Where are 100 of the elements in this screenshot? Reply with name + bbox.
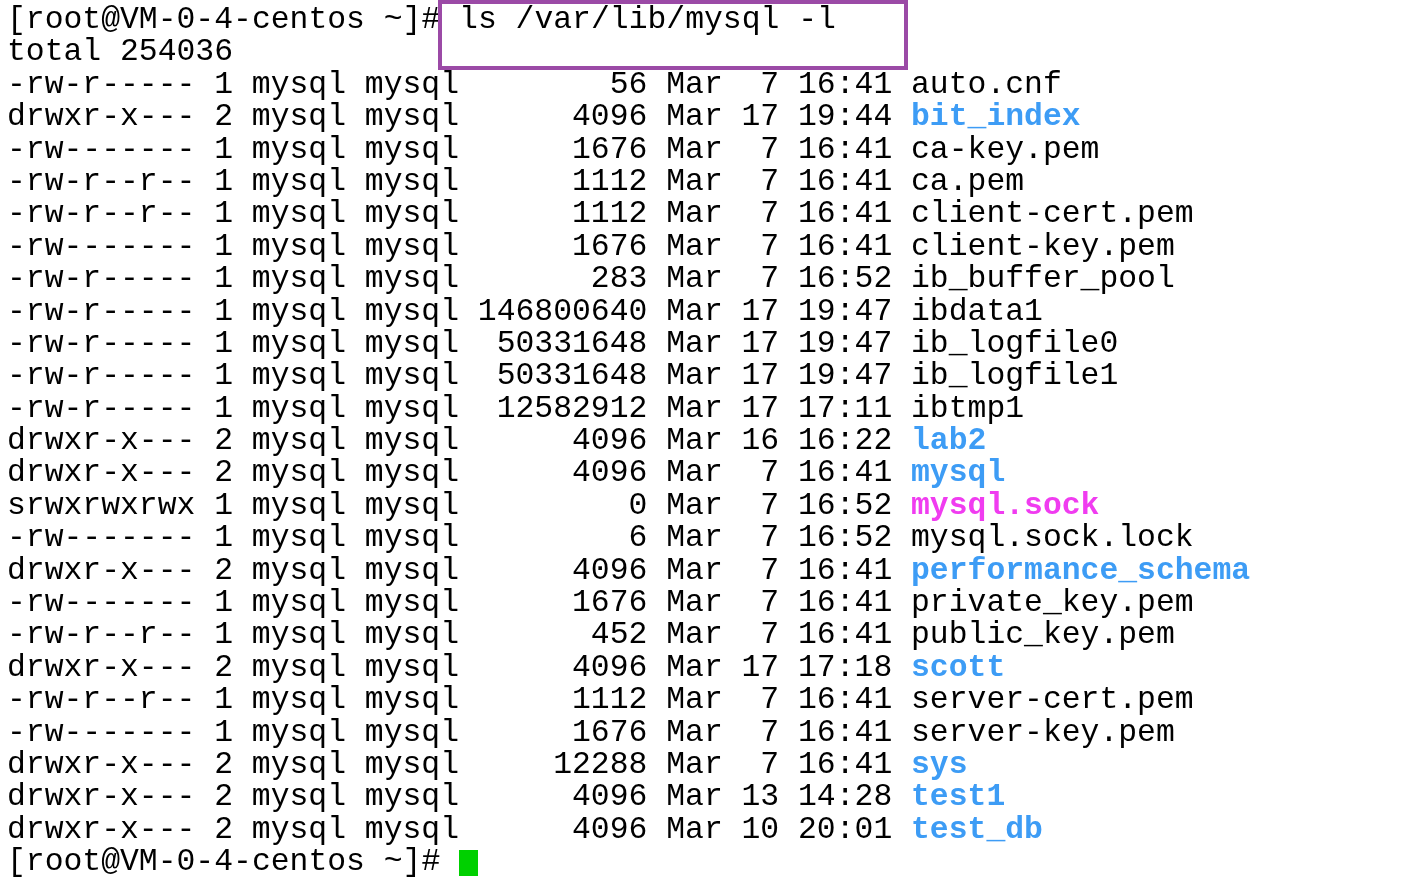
shell-prompt: [root@VM-0-4-centos ~]# xyxy=(7,4,441,37)
group: mysql xyxy=(364,198,459,231)
owner: mysql xyxy=(251,457,346,490)
owner: mysql xyxy=(251,489,346,523)
permissions: drwxr-x--- xyxy=(7,651,196,685)
group: mysql xyxy=(364,716,459,749)
link-count: 1 xyxy=(214,392,233,426)
link-count: 1 xyxy=(214,619,233,652)
day: 7 xyxy=(741,522,780,555)
day: 7 xyxy=(741,230,780,264)
day: 7 xyxy=(741,263,780,296)
time: 16:52 xyxy=(798,263,893,296)
owner: mysql xyxy=(251,68,346,102)
permissions: drwxr-x--- xyxy=(7,749,196,782)
file-name: ibdata1 xyxy=(911,295,1043,328)
permissions: -rw-r----- xyxy=(7,327,196,361)
day: 17 xyxy=(741,101,780,134)
group: mysql xyxy=(364,651,459,685)
day: 7 xyxy=(741,165,780,199)
file-size: 1676 xyxy=(571,716,648,749)
day: 7 xyxy=(741,68,780,102)
file-name: ibtmp1 xyxy=(911,392,1025,426)
file-name: public_key.pem xyxy=(911,619,1175,652)
group: mysql xyxy=(364,360,459,393)
file-name: ib_logfile0 xyxy=(911,327,1119,361)
owner: mysql xyxy=(251,716,346,749)
file-size: 452 xyxy=(589,619,648,652)
time: 19:47 xyxy=(798,327,893,361)
month: Mar xyxy=(666,522,723,555)
day: 7 xyxy=(741,198,780,231)
month: Mar xyxy=(666,716,723,749)
file-size: 1676 xyxy=(571,133,648,166)
day: 17 xyxy=(741,392,780,426)
owner: mysql xyxy=(251,101,346,134)
link-count: 2 xyxy=(214,554,233,588)
day: 7 xyxy=(741,619,780,652)
group: mysql xyxy=(364,392,459,426)
file-size: 4096 xyxy=(571,781,648,814)
file-size: 50331648 xyxy=(495,360,648,393)
link-count: 1 xyxy=(214,198,233,231)
file-name: bit_index xyxy=(911,101,1081,134)
file-size: 4096 xyxy=(571,425,648,458)
group: mysql xyxy=(364,263,459,296)
link-count: 1 xyxy=(214,360,233,393)
file-size: 4096 xyxy=(571,813,648,847)
time: 16:41 xyxy=(798,587,893,620)
month: Mar xyxy=(666,165,723,199)
total-line: total 254036 xyxy=(7,36,234,69)
day: 7 xyxy=(741,684,780,717)
time: 19:47 xyxy=(798,295,893,328)
link-count: 2 xyxy=(214,813,233,847)
file-name: server-key.pem xyxy=(911,716,1175,749)
time: 16:22 xyxy=(798,425,893,458)
day: 17 xyxy=(741,651,780,685)
link-count: 1 xyxy=(214,327,233,361)
time: 16:41 xyxy=(798,749,893,782)
day: 7 xyxy=(741,133,780,166)
month: Mar xyxy=(666,68,723,102)
group: mysql xyxy=(364,327,459,361)
file-name: client-cert.pem xyxy=(911,198,1194,231)
file-size: 6 xyxy=(627,522,648,555)
file-name: ca.pem xyxy=(911,165,1025,199)
month: Mar xyxy=(666,587,723,620)
group: mysql xyxy=(364,101,459,134)
owner: mysql xyxy=(251,327,346,361)
file-size: 1112 xyxy=(571,684,648,717)
file-size: 4096 xyxy=(571,554,648,588)
time: 17:11 xyxy=(798,392,893,426)
file-size: 4096 xyxy=(571,651,648,685)
link-count: 1 xyxy=(214,263,233,296)
owner: mysql xyxy=(251,198,346,231)
group: mysql xyxy=(364,230,459,264)
file-name: lab2 xyxy=(911,425,987,458)
time: 19:44 xyxy=(798,101,893,134)
owner: mysql xyxy=(251,263,346,296)
permissions: drwxr-x--- xyxy=(7,813,196,847)
group: mysql xyxy=(364,133,459,166)
month: Mar xyxy=(666,392,723,426)
month: Mar xyxy=(666,554,723,588)
time: 16:52 xyxy=(798,522,893,555)
file-name: auto.cnf xyxy=(911,68,1062,102)
group: mysql xyxy=(364,68,459,102)
link-count: 1 xyxy=(214,716,233,749)
permissions: -rw------- xyxy=(7,587,196,620)
permissions: drwxr-x--- xyxy=(7,101,196,134)
time: 16:52 xyxy=(798,489,893,523)
owner: mysql xyxy=(251,133,346,166)
time: 16:41 xyxy=(798,716,893,749)
month: Mar xyxy=(666,360,723,393)
permissions: -rw-r----- xyxy=(7,263,196,296)
time: 20:01 xyxy=(798,813,893,847)
owner: mysql xyxy=(251,522,346,555)
day: 13 xyxy=(741,781,780,814)
group: mysql xyxy=(364,522,459,555)
permissions: -rw-r----- xyxy=(7,68,196,102)
permissions: srwxrwxrwx xyxy=(7,489,196,523)
month: Mar xyxy=(666,619,723,652)
owner: mysql xyxy=(251,554,346,588)
month: Mar xyxy=(666,230,723,264)
time: 16:41 xyxy=(798,165,893,199)
